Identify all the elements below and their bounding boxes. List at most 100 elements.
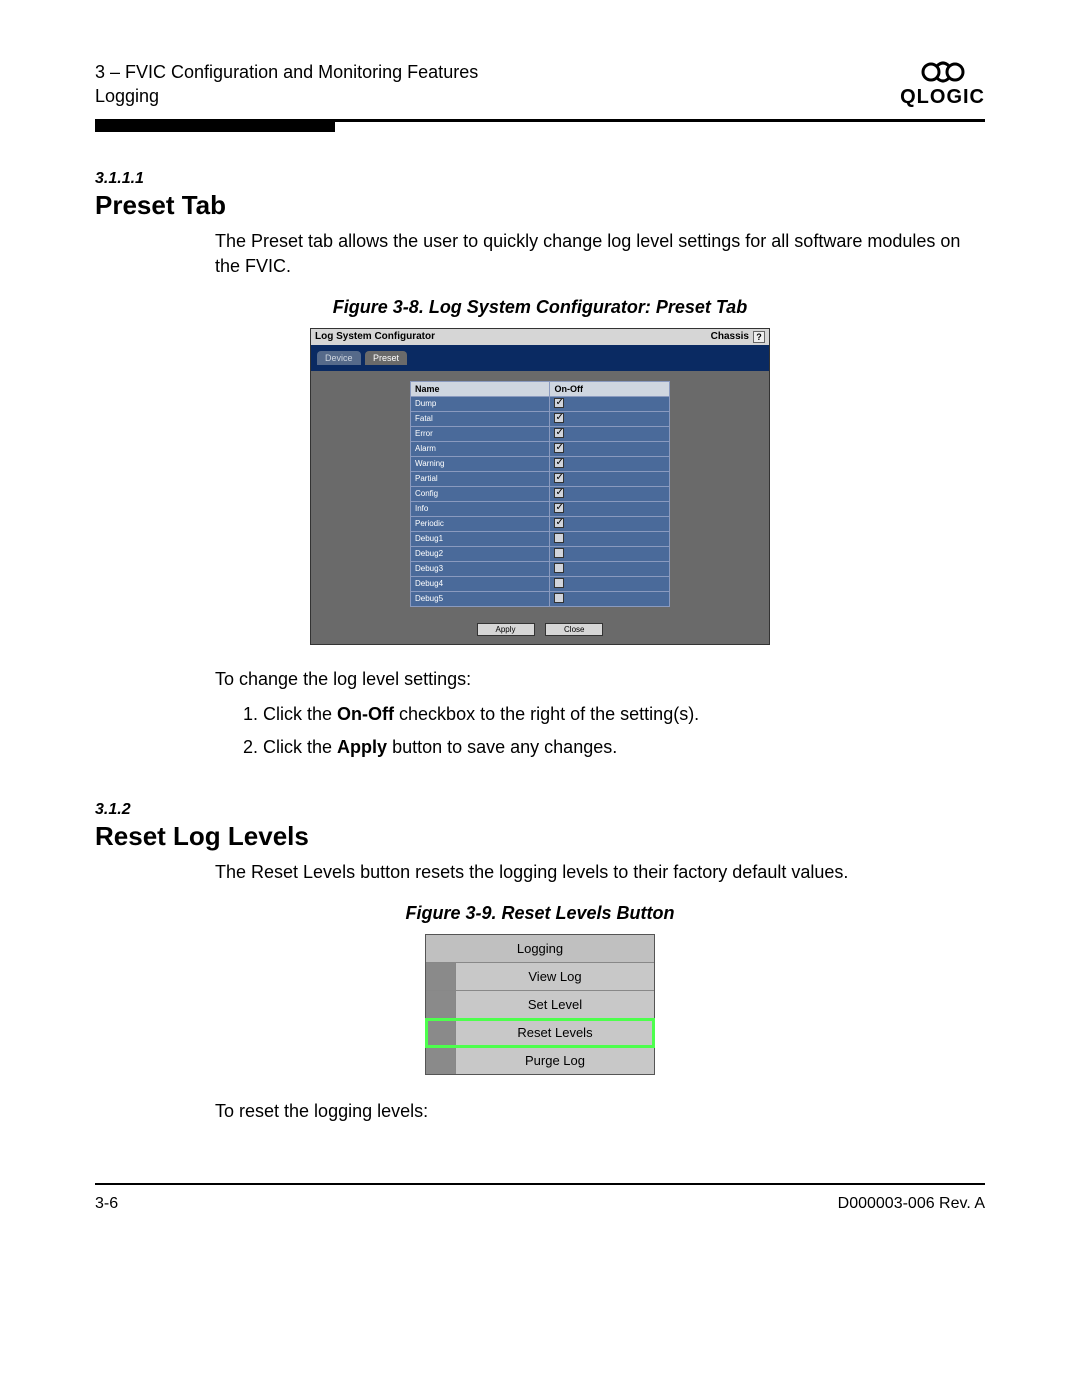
section-title-preset: Preset Tab — [95, 190, 985, 221]
page-number: 3-6 — [95, 1195, 118, 1213]
header-black-bar — [95, 122, 335, 132]
preset-row-checkbox-cell — [550, 396, 670, 411]
onoff-checkbox[interactable] — [554, 563, 564, 573]
preset-row-checkbox-cell — [550, 576, 670, 591]
preset-row-name: Fatal — [411, 411, 550, 426]
preset-row-checkbox-cell — [550, 456, 670, 471]
onoff-checkbox[interactable] — [554, 458, 564, 468]
figure-3-8: Log System Configurator Chassis ? Device… — [310, 328, 770, 645]
preset-table: Name On-Off DumpFatalErrorAlarmWarningPa… — [410, 381, 670, 607]
logging-menu-item[interactable]: Reset Levels — [426, 1019, 654, 1047]
col-name: Name — [411, 381, 550, 396]
qlogic-logo-icon — [919, 60, 967, 84]
menu-item-icon — [426, 991, 456, 1018]
doc-rev: D000003-006 Rev. A — [838, 1195, 985, 1213]
preset-row-name: Debug2 — [411, 546, 550, 561]
configurator-titlebar: Log System Configurator Chassis ? — [311, 329, 769, 345]
preset-row-name: Debug3 — [411, 561, 550, 576]
logging-menu-header: Logging — [426, 935, 654, 963]
section-title-reset: Reset Log Levels — [95, 821, 985, 852]
preset-row-name: Alarm — [411, 441, 550, 456]
onoff-checkbox[interactable] — [554, 578, 564, 588]
chapter-subline: Logging — [95, 84, 478, 108]
preset-row-checkbox-cell — [550, 501, 670, 516]
preset-row-name: Config — [411, 486, 550, 501]
figure-3-9-caption: Figure 3-9. Reset Levels Button — [95, 903, 985, 924]
onoff-checkbox[interactable] — [554, 413, 564, 423]
menu-item-label: Set Level — [456, 991, 654, 1018]
figure-3-9: Logging View LogSet LevelReset LevelsPur… — [425, 934, 655, 1075]
onoff-checkbox[interactable] — [554, 428, 564, 438]
onoff-checkbox[interactable] — [554, 473, 564, 483]
reset-lead: To reset the logging levels: — [215, 1099, 985, 1124]
change-steps: 1. Click the On-Off checkbox to the righ… — [243, 699, 985, 762]
page-header: 3 – FVIC Configuration and Monitoring Fe… — [95, 60, 985, 117]
preset-row: Dump — [411, 396, 670, 411]
preset-row: Periodic — [411, 516, 670, 531]
menu-item-label: Reset Levels — [456, 1019, 654, 1046]
step1-pre: 1. Click the — [243, 704, 337, 724]
preset-row: Alarm — [411, 441, 670, 456]
brand-block: QLOGIC — [900, 60, 985, 109]
preset-row-checkbox-cell — [550, 426, 670, 441]
preset-row-name: Debug1 — [411, 531, 550, 546]
tab-preset[interactable]: Preset — [365, 351, 407, 365]
change-lead: To change the log level settings: — [215, 667, 985, 692]
preset-row: Debug5 — [411, 591, 670, 606]
help-icon[interactable]: ? — [753, 331, 765, 343]
preset-row-checkbox-cell — [550, 471, 670, 486]
preset-row: Debug1 — [411, 531, 670, 546]
menu-item-icon — [426, 1047, 456, 1074]
apply-button[interactable]: Apply — [477, 623, 535, 636]
menu-item-icon — [426, 963, 456, 990]
onoff-checkbox[interactable] — [554, 488, 564, 498]
preset-row-checkbox-cell — [550, 441, 670, 456]
preset-row: Config — [411, 486, 670, 501]
onoff-checkbox[interactable] — [554, 503, 564, 513]
preset-row-name: Dump — [411, 396, 550, 411]
preset-row-checkbox-cell — [550, 546, 670, 561]
close-button[interactable]: Close — [545, 623, 603, 636]
preset-row-checkbox-cell — [550, 411, 670, 426]
preset-row: Info — [411, 501, 670, 516]
preset-row-checkbox-cell — [550, 591, 670, 606]
step1-post: checkbox to the right of the setting(s). — [394, 704, 699, 724]
step-1: 1. Click the On-Off checkbox to the righ… — [243, 699, 985, 730]
figure-3-8-caption: Figure 3-8. Log System Configurator: Pre… — [95, 297, 985, 318]
onoff-checkbox[interactable] — [554, 533, 564, 543]
brand-text: QLOGIC — [900, 86, 985, 109]
onoff-checkbox[interactable] — [554, 398, 564, 408]
configurator-title: Log System Configurator — [315, 331, 435, 342]
step2-pre: 2. Click the — [243, 737, 337, 757]
logging-menu-item[interactable]: Set Level — [426, 991, 654, 1019]
tab-strip: Device Preset — [311, 345, 769, 371]
onoff-checkbox[interactable] — [554, 548, 564, 558]
step-2: 2. Click the Apply button to save any ch… — [243, 732, 985, 763]
preset-row: Partial — [411, 471, 670, 486]
preset-row-name: Info — [411, 501, 550, 516]
menu-item-label: Purge Log — [456, 1047, 654, 1074]
preset-intro: The Preset tab allows the user to quickl… — [215, 229, 985, 279]
preset-row: Debug4 — [411, 576, 670, 591]
logging-menu-item[interactable]: View Log — [426, 963, 654, 991]
menu-item-label: View Log — [456, 963, 654, 990]
step1-bold: On-Off — [337, 704, 394, 724]
preset-row-checkbox-cell — [550, 516, 670, 531]
preset-row-name: Debug4 — [411, 576, 550, 591]
preset-row: Debug2 — [411, 546, 670, 561]
preset-row-name: Partial — [411, 471, 550, 486]
preset-row-name: Periodic — [411, 516, 550, 531]
onoff-checkbox[interactable] — [554, 443, 564, 453]
logging-menu-item[interactable]: Purge Log — [426, 1047, 654, 1074]
onoff-checkbox[interactable] — [554, 593, 564, 603]
preset-row-checkbox-cell — [550, 486, 670, 501]
onoff-checkbox[interactable] — [554, 518, 564, 528]
preset-row: Error — [411, 426, 670, 441]
step2-bold: Apply — [337, 737, 387, 757]
preset-row-checkbox-cell — [550, 531, 670, 546]
menu-item-icon — [426, 1019, 456, 1046]
page-footer: 3-6 D000003-006 Rev. A — [95, 1185, 985, 1213]
col-onoff: On-Off — [550, 381, 670, 396]
preset-row-name: Debug5 — [411, 591, 550, 606]
tab-device[interactable]: Device — [317, 351, 361, 365]
